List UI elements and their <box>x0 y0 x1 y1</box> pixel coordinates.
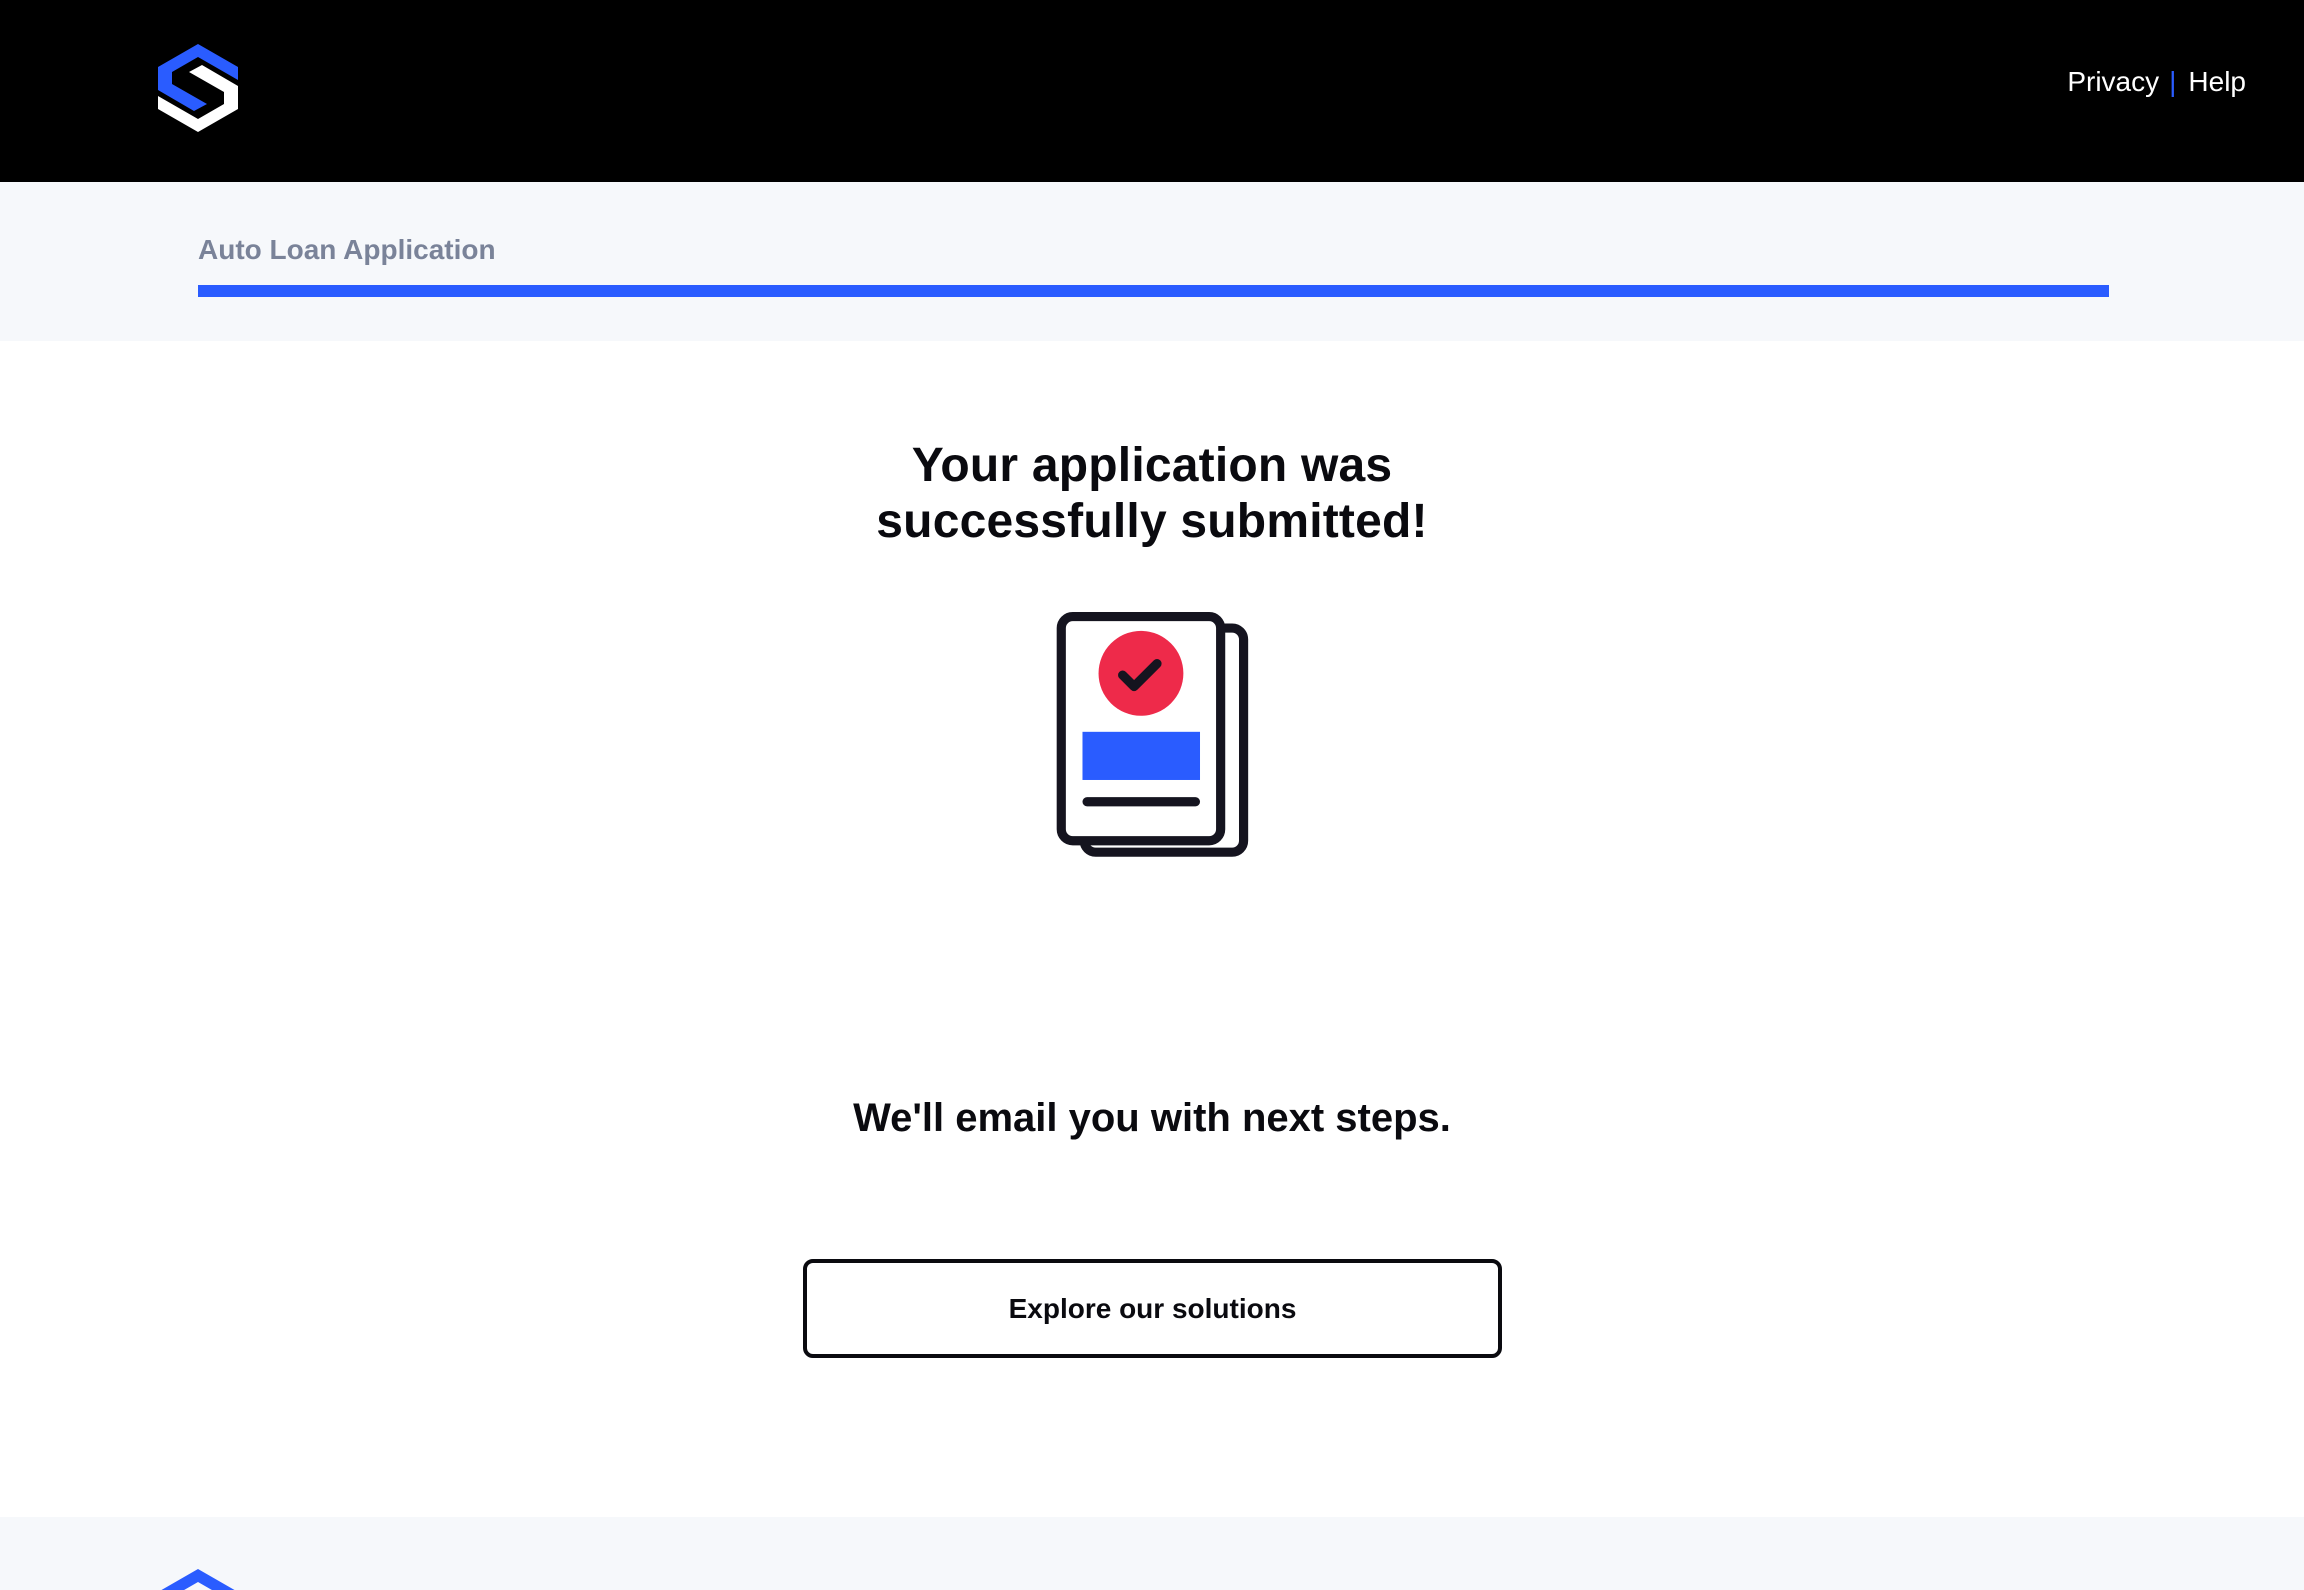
explore-solutions-button[interactable]: Explore our solutions <box>803 1259 1502 1358</box>
help-link[interactable]: Help <box>2188 62 2246 102</box>
progress-bar-fill <box>198 285 2109 297</box>
next-steps-message: We'll email you with next steps. <box>853 1096 1451 1140</box>
submitted-document-check-icon <box>1056 612 1249 857</box>
link-separator: | <box>2169 66 2177 97</box>
page-footer <box>0 1517 2304 1590</box>
s-hexagon-logo-icon[interactable] <box>150 40 246 136</box>
page-title: Your application was successfully submit… <box>752 438 1552 550</box>
headline-line-2: successfully submitted! <box>876 495 1428 548</box>
header-links: Privacy | Help <box>2067 62 2246 102</box>
headline-line-1: Your application was <box>911 439 1393 492</box>
top-navigation-bar: Privacy | Help <box>0 0 2304 182</box>
application-progress: Auto Loan Application <box>0 182 2304 341</box>
progress-title: Auto Loan Application <box>198 234 496 265</box>
privacy-link[interactable]: Privacy <box>2067 62 2159 102</box>
confirmation-panel: Your application was successfully submit… <box>0 341 2304 1517</box>
progress-bar <box>198 285 2109 297</box>
footer-s-hexagon-logo-icon[interactable] <box>150 1565 246 1590</box>
